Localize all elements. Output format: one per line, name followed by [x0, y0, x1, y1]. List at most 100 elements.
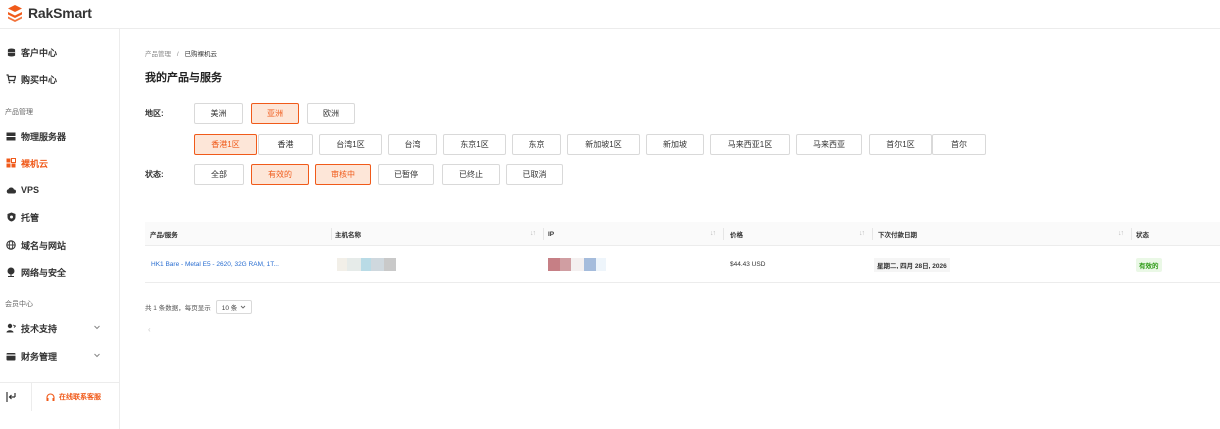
sidebar-item-bare-metal-cloud[interactable]: 裸机云: [0, 153, 119, 173]
page-size-value: 10 条: [221, 305, 238, 312]
zone-filter-button[interactable]: 台湾1区: [319, 134, 382, 155]
status-filter-button[interactable]: 审核中: [315, 164, 371, 185]
collapse-sidebar-icon[interactable]: [5, 391, 17, 403]
sort-icon[interactable]: ↓↑: [859, 230, 865, 237]
online-support-label: 在线联系客服: [59, 394, 101, 401]
sidebar-item-label: 购买中心: [21, 74, 58, 85]
network-icon: [6, 267, 16, 277]
online-support-link[interactable]: 在线联系客服: [46, 392, 101, 402]
region-filter-label: 地区:: [145, 109, 164, 118]
brand-name: RakSmart: [28, 5, 92, 21]
breadcrumb-current: 已购裸机云: [184, 51, 217, 58]
hostname-redacted: [337, 258, 396, 271]
next-due-date: 星期二, 四月 28日, 2026: [874, 257, 950, 272]
breadcrumb: 产品管理 / 已购裸机云: [145, 48, 217, 58]
column-header-product: 产品/服务: [150, 232, 178, 239]
status-filter-button[interactable]: 已暂停: [378, 164, 434, 185]
product-link[interactable]: HK1 Bare - Metal E5 - 2620, 32G RAM, 1T.…: [151, 246, 279, 283]
pagination-summary: 共 1 条数据，每页显示: [145, 305, 211, 312]
sidebar-item-colocation[interactable]: 托管: [0, 207, 119, 227]
sidebar-footer: 在线联系客服: [0, 382, 119, 411]
status-filter-label: 状态:: [145, 170, 164, 179]
sidebar: 客户中心 购买中心 产品管理 物理服务器 裸机云 VPS 托管 域名与网站 网络…: [0, 29, 120, 429]
column-separator: [331, 228, 332, 240]
wallet-icon: [6, 351, 16, 361]
globe-icon: [6, 240, 16, 250]
status-filter-button[interactable]: 已终止: [442, 164, 500, 185]
sidebar-item-physical-server[interactable]: 物理服务器: [0, 126, 119, 146]
zone-filter-button[interactable]: 首尔: [932, 134, 986, 155]
zone-filter-button[interactable]: 新加坡: [646, 134, 704, 155]
ip-redacted: [548, 258, 606, 271]
chevron-down-icon: [93, 351, 103, 361]
database-icon: [6, 47, 16, 57]
zone-filter-button[interactable]: 香港1区: [194, 134, 257, 155]
shield-icon: [6, 212, 16, 222]
top-bar: RakSmart: [0, 0, 1220, 29]
status-badge: 有效的: [1136, 257, 1162, 272]
sidebar-item-purchase-center[interactable]: 购买中心: [0, 69, 119, 89]
cart-icon: [6, 74, 16, 84]
region-filter-button[interactable]: 欧洲: [307, 103, 355, 124]
page-size-select[interactable]: 10 条: [215, 300, 253, 314]
zone-filter-button[interactable]: 东京1区: [443, 134, 506, 155]
column-header-hostname: 主机名称: [335, 232, 361, 239]
status-filter-button[interactable]: 有效的: [251, 164, 309, 185]
status-filter-button[interactable]: 已取消: [506, 164, 563, 185]
section-products-heading: 产品管理: [5, 109, 33, 116]
cloud-icon: [6, 185, 16, 195]
table-row[interactable]: HK1 Bare - Metal E5 - 2620, 32G RAM, 1T.…: [145, 246, 1220, 283]
zone-filter-button[interactable]: 新加坡1区: [567, 134, 640, 155]
sidebar-item-label: 物理服务器: [21, 131, 67, 142]
product-name[interactable]: HK1 Bare - Metal E5 - 2620, 32G RAM, 1T.…: [151, 261, 279, 268]
sidebar-item-network-security[interactable]: 网络与安全: [0, 262, 119, 282]
price-cell: $44.43 USD: [730, 261, 766, 268]
sidebar-item-customer-center[interactable]: 客户中心: [0, 42, 119, 62]
prev-page-icon[interactable]: ‹: [148, 325, 151, 334]
sidebar-item-label: 客户中心: [21, 47, 58, 58]
server-icon: [6, 131, 16, 141]
sidebar-item-tech-support[interactable]: 技术支持: [0, 318, 119, 338]
pagination: 共 1 条数据，每页显示 10 条: [145, 300, 253, 314]
zone-filter-button[interactable]: 台湾: [388, 134, 437, 155]
sort-icon[interactable]: ↓↑: [530, 230, 536, 237]
sort-icon[interactable]: ↓↑: [1118, 230, 1124, 237]
main-content: 产品管理 / 已购裸机云 我的产品与服务 地区: 美洲 亚洲 欧洲 香港1区 香港 台湾…: [121, 29, 1220, 429]
column-header-next-due: 下次付款日期: [878, 232, 917, 239]
zone-filter-button[interactable]: 马来西亚: [796, 134, 862, 155]
sort-icon[interactable]: ↓↑: [710, 230, 716, 237]
brand-logo[interactable]: RakSmart: [6, 4, 92, 22]
column-separator: [723, 228, 724, 240]
chevron-down-icon: [240, 305, 246, 309]
table-header: 产品/服务 主机名称 ↓↑ IP ↓↑ 价格 ↓↑ 下次付款日期 ↓↑ 状态: [145, 222, 1220, 246]
status-filter-button[interactable]: 全部: [194, 164, 244, 185]
sidebar-item-label: 裸机云: [21, 158, 49, 169]
breadcrumb-parent[interactable]: 产品管理: [145, 51, 171, 58]
page-title: 我的产品与服务: [145, 72, 222, 84]
sidebar-item-label: 托管: [21, 212, 40, 223]
sidebar-item-finance[interactable]: 财务管理: [0, 346, 119, 366]
zone-filter-button[interactable]: 马来西亚1区: [710, 134, 790, 155]
column-header-price: 价格: [730, 232, 743, 239]
sidebar-item-label: 技术支持: [21, 323, 58, 334]
column-separator: [872, 228, 873, 240]
column-header-status: 状态: [1136, 232, 1149, 239]
region-filter-button[interactable]: 美洲: [194, 103, 243, 124]
sidebar-item-label: 财务管理: [21, 351, 58, 362]
zone-filter-button[interactable]: 首尔1区: [869, 134, 932, 155]
zone-filter-button[interactable]: 香港: [258, 134, 313, 155]
raksmart-logo-icon: [8, 5, 22, 22]
zone-filter-button[interactable]: 东京: [512, 134, 561, 155]
grid-icon: [6, 158, 16, 168]
column-header-ip: IP: [548, 230, 555, 238]
breadcrumb-separator: /: [176, 51, 179, 58]
region-filter-button[interactable]: 亚洲: [251, 103, 299, 124]
support-icon: [6, 323, 16, 333]
next-due-cell: 星期二, 四月 28日, 2026: [874, 246, 950, 283]
headset-icon: [46, 392, 55, 401]
sidebar-item-label: 域名与网站: [21, 240, 67, 251]
sidebar-item-vps[interactable]: VPS: [0, 180, 119, 200]
footer-divider: [31, 383, 32, 411]
sidebar-item-domain-website[interactable]: 域名与网站: [0, 235, 119, 255]
sidebar-item-label: 网络与安全: [21, 267, 67, 278]
